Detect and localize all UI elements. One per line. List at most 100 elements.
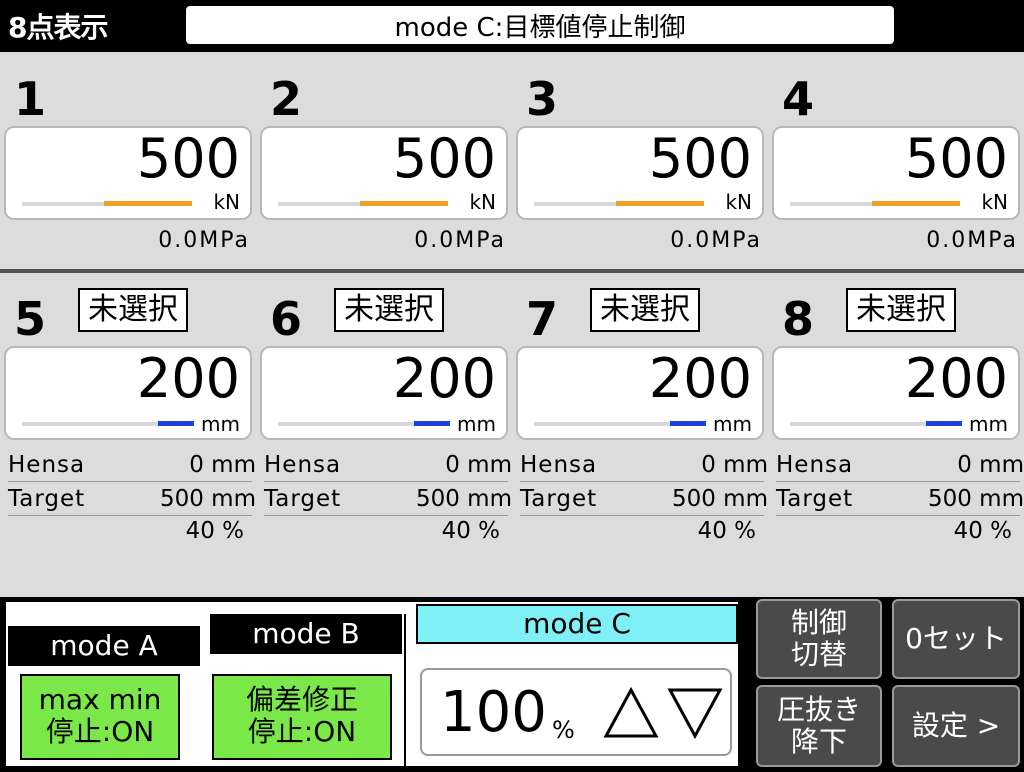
target-value: 500 mm: [671, 486, 768, 512]
title-bar: 8点表示 mode C:目標値停止制御: [0, 0, 1024, 52]
disp-bar-track: [790, 421, 962, 426]
disp-bar-fill: [926, 421, 962, 426]
row-line: [264, 515, 508, 516]
load-channel-4: 4 500 kN 0.0MPa: [768, 52, 1024, 267]
load-bar-track: [278, 201, 448, 206]
target-row: Target 500 mm: [264, 486, 512, 516]
control-switch-button[interactable]: 制御 切替: [756, 599, 882, 679]
row-line: [8, 515, 252, 516]
mode-c-target-box[interactable]: 100 %: [420, 668, 732, 756]
row-line: [776, 481, 1020, 482]
tab-mode-b[interactable]: mode B: [210, 614, 402, 654]
load-value-box[interactable]: 500 kN: [516, 126, 764, 220]
disp-channel-6: 6 未選択 200 mm Hensa 0 mm Target 500 mm 40 %: [256, 274, 512, 594]
pressure-release-button[interactable]: 圧抜き 降下: [756, 685, 882, 767]
hensa-label: Hensa: [776, 452, 854, 478]
pressure-readout: 0.0MPa: [158, 228, 250, 253]
load-value: 500: [904, 127, 1008, 190]
disp-bar-track: [22, 421, 194, 426]
target-label: Target: [8, 486, 86, 512]
pressure-release-line2: 降下: [790, 725, 847, 758]
hensa-row: Hensa 0 mm: [264, 452, 512, 482]
settings-button[interactable]: 設定 >: [892, 685, 1020, 767]
channel-select-badge[interactable]: 未選択: [334, 288, 444, 332]
hensa-value: 0 mm: [445, 452, 512, 478]
disp-value-box[interactable]: 200 mm: [260, 346, 508, 440]
load-bar-fill: [360, 201, 448, 206]
hensa-value: 0 mm: [957, 452, 1024, 478]
channel-select-badge[interactable]: 未選択: [78, 288, 188, 332]
control-switch-line2: 切替: [790, 638, 847, 671]
load-value: 500: [392, 127, 496, 190]
up-triangle-icon[interactable]: [602, 684, 660, 742]
percent-value: 40 %: [953, 518, 1012, 544]
mode-b-border: [404, 614, 406, 766]
disp-bar-fill: [414, 421, 450, 426]
disp-value-box[interactable]: 200 mm: [772, 346, 1020, 440]
row-line: [264, 481, 508, 482]
mode-c-value[interactable]: 100: [440, 682, 547, 744]
load-value-box[interactable]: 500 kN: [260, 126, 508, 220]
disp-value-box[interactable]: 200 mm: [516, 346, 764, 440]
target-row: Target 500 mm: [8, 486, 256, 516]
hensa-value: 0 mm: [189, 452, 256, 478]
load-value-box[interactable]: 500 kN: [772, 126, 1020, 220]
percent-value: 40 %: [441, 518, 500, 544]
disp-channel-7: 7 未選択 200 mm Hensa 0 mm Target 500 mm 40 %: [512, 274, 768, 594]
disp-unit: mm: [713, 412, 752, 436]
zero-set-button[interactable]: 0セット: [892, 599, 1020, 679]
mode-title: mode C:目標値停止制御: [186, 6, 894, 44]
row-divider: [0, 269, 1024, 273]
tab-mode-c[interactable]: mode C: [416, 604, 738, 644]
channel-number: 8: [782, 292, 815, 346]
load-value: 500: [648, 127, 752, 190]
load-channel-1: 1 500 kN 0.0MPa: [0, 52, 256, 267]
hensa-label: Hensa: [520, 452, 598, 478]
disp-value: 200: [136, 347, 240, 410]
bottom-panel: mode A max min 停止:ON mode B 偏差修正 停止:ON m…: [0, 597, 1024, 772]
load-bar-track: [790, 201, 960, 206]
load-value-box[interactable]: 500 kN: [4, 126, 252, 220]
tab-mode-a[interactable]: mode A: [8, 626, 200, 666]
target-label: Target: [264, 486, 342, 512]
hensa-value: 0 mm: [701, 452, 768, 478]
target-row: Target 500 mm: [520, 486, 768, 516]
mode-a-stop-button[interactable]: max min 停止:ON: [20, 674, 180, 760]
channel-select-badge[interactable]: 未選択: [590, 288, 700, 332]
hensa-label: Hensa: [264, 452, 342, 478]
disp-value: 200: [648, 347, 752, 410]
disp-value: 200: [904, 347, 1008, 410]
down-triangle-icon[interactable]: [666, 684, 724, 742]
channel-select-badge[interactable]: 未選択: [846, 288, 956, 332]
target-value: 500 mm: [927, 486, 1024, 512]
row-line: [776, 515, 1020, 516]
pressure-readout: 0.0MPa: [926, 228, 1018, 253]
load-unit: kN: [469, 190, 496, 214]
disp-unit: mm: [457, 412, 496, 436]
channel-number: 3: [526, 72, 559, 126]
channel-number: 4: [782, 72, 815, 126]
disp-bar-track: [278, 421, 450, 426]
channel-area: 1 500 kN 0.0MPa 2 500 kN 0.0MPa 3 500 kN 0.0MPa 4 500…: [0, 52, 1024, 597]
row-line: [520, 515, 764, 516]
target-label: Target: [776, 486, 854, 512]
load-unit: kN: [725, 190, 752, 214]
channel-number: 7: [526, 292, 559, 346]
pressure-release-line1: 圧抜き: [776, 693, 861, 726]
mode-panel: mode A max min 停止:ON mode B 偏差修正 停止:ON m…: [4, 600, 740, 768]
load-unit: kN: [981, 190, 1008, 214]
target-value: 500 mm: [159, 486, 256, 512]
mode-c-unit: %: [552, 716, 575, 744]
load-bar-fill: [104, 201, 192, 206]
disp-unit: mm: [201, 412, 240, 436]
row-line: [520, 481, 764, 482]
row-line: [8, 481, 252, 482]
disp-bar-fill: [670, 421, 706, 426]
channel-number: 1: [14, 72, 47, 126]
disp-value-box[interactable]: 200 mm: [4, 346, 252, 440]
target-row: Target 500 mm: [776, 486, 1024, 516]
channel-number: 6: [270, 292, 303, 346]
load-bar-fill: [872, 201, 960, 206]
load-bar-fill: [616, 201, 704, 206]
mode-b-deviation-button[interactable]: 偏差修正 停止:ON: [212, 674, 392, 760]
